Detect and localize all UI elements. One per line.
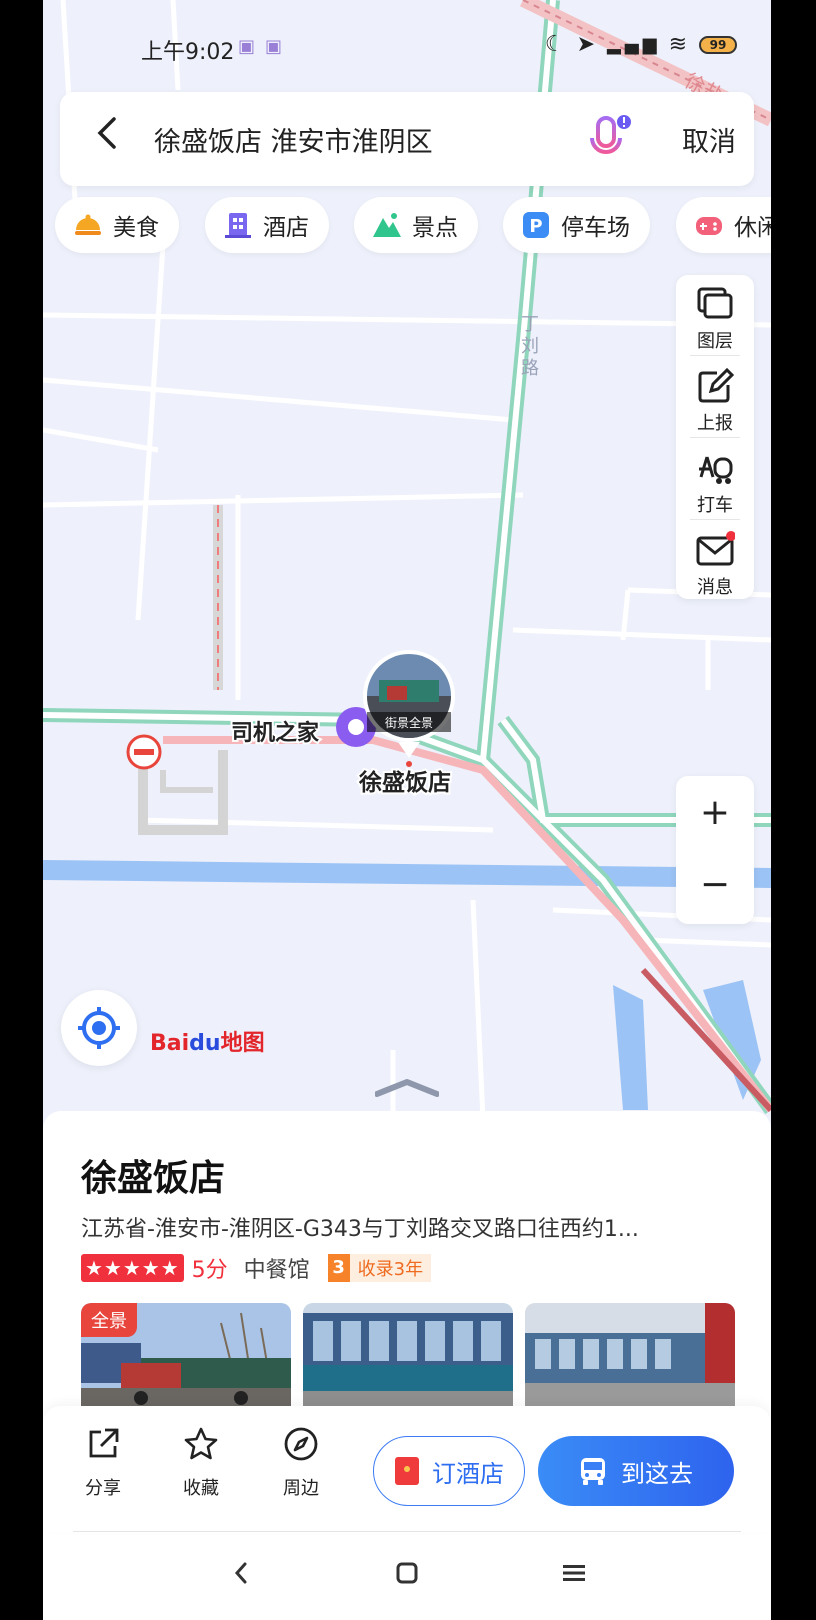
rating-score: 5分 (191, 1258, 228, 1283)
place-address: 江苏省-淮安市-淮阴区-G343与丁刘路交叉路口往西约1... (81, 1217, 639, 1242)
share-button[interactable]: 分享 (68, 1426, 138, 1500)
chip-leisure[interactable]: 休闲 (676, 197, 771, 253)
chip-scenic[interactable]: 景点 (354, 197, 478, 253)
status-notification-icons: ▣▣ (238, 36, 293, 57)
location-arrow-icon: ➤ (576, 32, 600, 57)
layers-icon (695, 285, 735, 323)
crosshair-icon (78, 1007, 120, 1049)
nav-divider (73, 1531, 741, 1532)
search-query[interactable]: 徐盛饭店 淮安市淮阴区 (154, 120, 433, 159)
chip-label: 酒店 (263, 215, 309, 241)
nav-home-icon[interactable] (395, 1558, 419, 1588)
message-icon (695, 531, 736, 569)
zoom-out-button[interactable]: − (676, 864, 754, 905)
nearby-button[interactable]: 周边 (266, 1426, 336, 1500)
tool-label: 图层 (697, 331, 733, 352)
road-label-top-char: 丁 (521, 314, 539, 335)
tool-taxi[interactable]: 打车 (676, 439, 754, 519)
locate-me-button[interactable] (61, 990, 137, 1066)
road-label-bottom-char: 路 (521, 358, 539, 379)
search-bar[interactable]: 徐盛饭店 淮安市淮阴区 取消 (60, 92, 754, 186)
leisure-icon (694, 210, 724, 240)
bus-icon (581, 1458, 605, 1485)
streetview-label: 街景全景 (385, 715, 433, 730)
svg-text:P: P (529, 216, 542, 237)
chip-label: 景点 (412, 215, 458, 241)
tool-label: 上报 (697, 413, 733, 434)
status-time: 上午9:02 (141, 40, 235, 65)
star-icon (184, 1427, 218, 1460)
wifi-icon: ≋ (668, 32, 691, 57)
no-entry-icon (126, 734, 162, 770)
place-name: 徐盛饭店 (81, 1158, 226, 1199)
tool-label: 打车 (697, 495, 733, 516)
compass-icon (284, 1427, 318, 1461)
signal-icon: ▂▄▆ (607, 34, 661, 55)
voice-mic-icon[interactable] (588, 114, 631, 164)
zoom-in-button[interactable]: + (676, 792, 754, 833)
place-detail-sheet[interactable]: 徐盛饭店 江苏省-淮安市-淮阴区-G343与丁刘路交叉路口往西约1... ★★★… (43, 1111, 771, 1620)
road-label-mid-char: 刘 (521, 336, 539, 357)
panorama-tag: 全景 (81, 1303, 137, 1337)
poi-driver-home-label[interactable]: 司机之家 (229, 718, 322, 748)
back-arrow-icon[interactable] (96, 116, 118, 159)
zoom-control: + − (676, 776, 754, 924)
river (43, 860, 771, 888)
book-hotel-button[interactable]: 订酒店 (373, 1436, 525, 1506)
scenic-icon (372, 210, 402, 240)
chip-hotel[interactable]: 酒店 (205, 197, 329, 253)
poi-restaurant-label[interactable]: 徐盛饭店 (356, 767, 453, 798)
rating-row: ★★★★★ 5分 中餐馆 3 收录3年 (81, 1253, 432, 1283)
food-icon (73, 210, 103, 240)
badge-text: 收录3年 (357, 1259, 424, 1280)
go-here-button[interactable]: 到这去 (538, 1436, 734, 1506)
report-icon (695, 367, 735, 405)
chip-label: 休闲 (734, 215, 771, 241)
action-bar: 分享 收藏 周边 订酒店 到这去 (43, 1406, 771, 1532)
favorite-button[interactable]: 收藏 (166, 1426, 236, 1500)
hotel-icon (223, 210, 253, 240)
book-hotel-label: 订酒店 (432, 1459, 504, 1488)
logo-bai: Bai (150, 1031, 190, 1056)
parking-icon: P (521, 210, 551, 240)
tool-layers[interactable]: 图层 (676, 275, 754, 355)
listed-years-badge: 3 收录3年 (327, 1254, 432, 1282)
badge-number: 3 (327, 1254, 350, 1282)
nav-back-icon[interactable] (231, 1558, 251, 1588)
share-label: 分享 (85, 1478, 121, 1499)
logo-map: 地图 (220, 1031, 265, 1056)
tool-label: 消息 (697, 577, 733, 598)
chip-food[interactable]: 美食 (55, 197, 179, 253)
status-right-icons: ☾ ➤ ▂▄▆ ≋ 99 (545, 32, 737, 57)
baidu-map-logo: Baidu地图 (150, 1025, 265, 1057)
cancel-button[interactable]: 取消 (682, 120, 736, 159)
chip-label: 美食 (113, 215, 159, 241)
taxi-icon (695, 449, 735, 487)
share-icon (89, 1428, 119, 1458)
logo-du: du (189, 1031, 221, 1056)
status-bar: 上午9:02 ▣▣ ☾ ➤ ▂▄▆ ≋ 99 (43, 28, 771, 68)
place-category: 中餐馆 (243, 1258, 310, 1283)
tool-report[interactable]: 上报 (676, 357, 754, 437)
chip-parking[interactable]: P 停车场 (503, 197, 650, 253)
tool-message[interactable]: 消息 (676, 521, 754, 601)
red-envelope-icon (395, 1457, 419, 1485)
go-here-label: 到这去 (621, 1459, 693, 1488)
dnd-moon-icon: ☾ (544, 32, 569, 57)
chip-label: 停车场 (561, 215, 630, 241)
map-tools-panel: 图层 上报 打车 消息 (676, 275, 754, 599)
pull-up-chevron-icon[interactable] (375, 1076, 439, 1100)
nearby-label: 周边 (283, 1478, 319, 1499)
rating-stars: ★★★★★ (81, 1254, 184, 1282)
app-screen: 丁 刘 路 徐盐 司机之家 徐盛饭店 街景全景 上午9:02 ▣▣ ☾ ➤ ▂▄… (43, 0, 771, 1620)
battery-icon: 99 (699, 35, 737, 54)
nav-menu-icon[interactable] (561, 1558, 587, 1588)
favorite-label: 收藏 (183, 1478, 219, 1499)
